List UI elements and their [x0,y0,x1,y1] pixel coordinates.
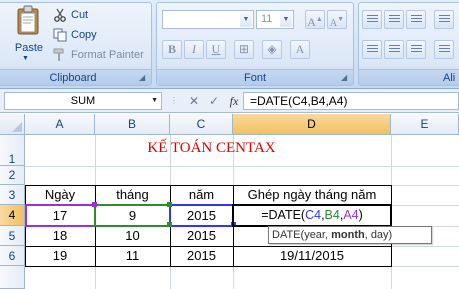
cut-button[interactable]: Cut [53,6,88,24]
header-cell-thang[interactable]: tháng [95,187,170,202]
column-header-c[interactable]: C [170,114,233,135]
resize-handle[interactable] [167,222,172,227]
insert-function-icon[interactable]: fx [226,93,242,109]
format-painter-button[interactable]: Format Painter [53,46,144,64]
formula-bar-icons: ⋮ ✕ ✓ fx [166,92,242,110]
clipboard-launcher-icon[interactable]: ◢ [139,73,148,82]
cell-a5[interactable]: 18 [25,228,95,243]
row-header-3[interactable]: 3 [0,185,25,205]
name-box-value: SUM [70,95,96,107]
row-header-6[interactable]: 6 [0,246,25,266]
borders-icon[interactable]: ⊞ [234,40,254,59]
grow-font-icon[interactable]: A▲ [305,10,325,29]
shrink-font-icon[interactable]: A▼ [327,10,347,29]
tooltip-arg-day: , day) [364,229,393,241]
paste-button[interactable]: Paste ▼ [9,5,45,65]
font-group-label: Font [157,69,353,85]
ref-highlight-b4 [94,204,171,227]
ribbon: Paste ▼ Cut Copy Format Painter Clipboar… [0,0,459,89]
tooltip-fn: DATE( [272,229,305,241]
column-header-a[interactable]: A [25,114,95,135]
header-cell-nam[interactable]: năm [170,187,233,202]
column-header-e[interactable]: E [391,114,459,135]
clipboard-icon [17,5,39,35]
align-bottom-icon[interactable] [406,10,426,29]
font-size-value: 11 [261,13,273,25]
row-header-1[interactable]: 1 [0,135,25,166]
row-header-4[interactable]: 4 [0,205,25,226]
align-top-icon[interactable] [362,10,382,29]
cell-a6[interactable]: 19 [25,248,95,263]
active-cell-border [232,204,392,227]
cut-label: Cut [71,9,89,21]
underline-icon[interactable]: U [206,40,226,59]
chevron-down-icon[interactable]: ▼ [151,93,158,109]
select-all-button[interactable] [0,114,25,135]
sheet-title[interactable]: KẾ TOÁN CENTAX [95,140,328,157]
clipboard-group-label: Clipboard [0,69,151,85]
row-header-5[interactable]: 5 [0,226,25,246]
alignment-group: Ali [358,2,459,86]
cell-c6[interactable]: 2015 [170,248,233,263]
chevron-down-icon[interactable]: ▼ [280,12,292,27]
name-box[interactable]: SUM ▼ [4,92,162,110]
align-center-icon[interactable] [384,40,404,59]
fill-color-icon[interactable]: ◈ [262,40,282,59]
copy-button[interactable]: Copy [53,26,97,44]
tooltip-arg-year: year, [304,229,332,241]
ref-highlight-a4 [25,204,96,227]
align-right-icon[interactable] [406,40,426,59]
paintbrush-icon [53,48,64,61]
cell-b6[interactable]: 11 [95,248,170,263]
font-launcher-icon[interactable]: ◢ [341,73,350,82]
copy-icon [53,28,67,42]
cell-b5[interactable]: 10 [95,228,170,243]
paste-dropdown-icon[interactable]: ▼ [22,55,29,62]
bold-icon[interactable]: B [162,40,182,59]
paste-label: Paste [14,42,44,54]
ref-highlight-c4 [169,204,234,227]
indent-icon[interactable] [434,40,454,59]
header-cell-ghep[interactable]: Ghép ngày tháng năm [233,187,391,202]
font-color-icon[interactable]: A [290,40,310,59]
resize-handle[interactable] [92,202,97,207]
scissors-icon [54,8,66,22]
grip-icon: ⋮ [170,96,178,105]
font-group: ▼ 11 ▼ A▲ A▼ B I U ⊞ ◈ A Font ◢ [156,2,354,86]
row-header-7[interactable] [0,266,25,289]
italic-icon[interactable]: I [184,40,204,59]
font-size-select[interactable]: 11 ▼ [256,10,294,29]
header-cell-ngay[interactable]: Ngày [25,187,95,202]
font-name-select[interactable]: ▼ [162,10,254,29]
worksheet-grid: A B C D E 1 2 3 4 5 6 KẾ TOÁN CENTAX Ngà… [0,114,459,289]
resize-handle[interactable] [167,202,172,207]
align-left-icon[interactable] [362,40,382,59]
column-header-d[interactable]: D [233,114,391,135]
enter-icon[interactable]: ✓ [206,93,222,109]
alignment-group-label: Ali [359,69,459,85]
tooltip-arg-month: month [331,229,365,241]
function-tooltip: DATE(year, month, day) [268,226,432,244]
cell-d6[interactable]: 19/11/2015 [233,248,391,263]
formula-bar: SUM ▼ ⋮ ✕ ✓ fx =DATE(C4,B4,A4) [0,89,459,113]
chevron-down-icon[interactable]: ▼ [240,12,252,27]
orientation-icon[interactable] [434,10,454,29]
cancel-icon[interactable]: ✕ [186,93,202,109]
column-header-b[interactable]: B [95,114,170,135]
cell-c5[interactable]: 2015 [170,228,233,243]
clipboard-group: Paste ▼ Cut Copy Format Painter Clipboar… [0,2,152,86]
copy-label: Copy [71,29,97,41]
align-middle-icon[interactable] [384,10,404,29]
row-header-2[interactable]: 2 [0,166,25,185]
format-painter-label: Format Painter [71,49,144,61]
formula-input[interactable]: =DATE(C4,B4,A4) [243,92,459,110]
